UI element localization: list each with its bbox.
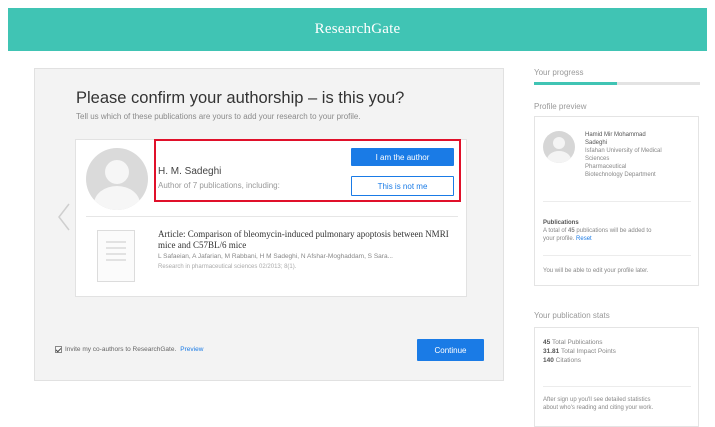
invite-label: Invite my co-authors to ResearchGate. [65,346,177,353]
publications-label: Publications [543,220,579,226]
publications-summary: Publications A total of 45 publications … [543,219,695,243]
side-divider [543,201,691,202]
stats-list: 45 Total Publications 31.81 Total Impact… [543,338,616,365]
profile-affiliation-line4: Biotechnology Department [585,172,656,178]
profile-details: Hamid Mir Mohammad Sadeghi Isfahan Unive… [585,131,695,179]
doc-line [106,253,126,255]
invite-checkbox[interactable] [55,346,62,353]
top-header-bar: ResearchGate [8,8,707,51]
publications-text-before: A total of [543,228,567,234]
stats-note: After sign up you'll see detailed statis… [543,396,695,412]
stat-label: Citations [555,357,581,364]
avatar-head-shape [553,137,565,149]
stat-total-publications: 45 Total Publications [543,338,616,347]
stats-note-line2: about who's reading and citing your work… [543,405,654,411]
doc-line [106,259,126,261]
publication-stats-title: Your publication stats [534,311,610,320]
preview-link[interactable]: Preview [180,346,203,353]
edit-profile-note: You will be able to edit your profile la… [543,268,649,274]
side-divider [543,255,691,256]
highlight-annotation-box [154,139,461,202]
doc-line [106,247,126,249]
card-divider [86,216,458,217]
avatar-body-shape [547,151,571,163]
avatar-body-shape [94,186,140,210]
publications-text-after: publications will be added to [576,228,652,234]
stat-label: Total Publications [551,339,603,346]
profile-preview-card: Hamid Mir Mohammad Sadeghi Isfahan Unive… [534,116,699,286]
stat-value: 31.81 [543,348,560,355]
doc-line [106,241,126,243]
brand-logo-text[interactable]: ResearchGate [315,21,401,38]
stat-citations: 140 Citations [543,356,616,365]
progress-title: Your progress [534,68,584,77]
profile-preview-title: Profile preview [534,102,587,111]
author-avatar [86,148,148,210]
stat-value: 45 [543,339,551,346]
publications-text-line2: your profile. [543,236,575,242]
profile-avatar [543,131,575,163]
chevron-left-icon[interactable] [53,200,77,234]
profile-affiliation-line3: Pharmaceutical [585,164,627,170]
publications-count: 45 [568,228,575,234]
article-title[interactable]: Article: Comparison of bleomycin-induced… [158,229,458,251]
progress-bar [534,82,700,85]
profile-affiliation-line1: Isfahan University of Medical [585,148,662,154]
invite-coauthors: Invite my co-authors to ResearchGate. Pr… [55,346,203,353]
stat-value: 140 [543,357,554,364]
publication-stats-card: 45 Total Publications 31.81 Total Impact… [534,327,699,427]
page-subtitle: Tell us which of these publications are … [76,112,361,121]
stat-label: Total Impact Points [560,348,616,355]
article-journal: Research in pharmaceutical sciences 02/2… [158,264,297,270]
page-title: Please confirm your authorship – is this… [76,89,405,107]
profile-affiliation-line2: Sciences [585,156,610,162]
stat-impact-points: 31.81 Total Impact Points [543,347,616,356]
document-thumbnail-icon [97,230,135,282]
publications-line2: your profile. Reset [543,235,695,243]
continue-button[interactable]: Continue [417,339,484,361]
article-authors: L Safaeian, A Jafarian, M Rabbani, H M S… [158,253,393,260]
author-card: H. M. Sadeghi Author of 7 publications, … [75,139,467,297]
progress-bar-fill [534,82,617,85]
authorship-confirmation-panel: Please confirm your authorship – is this… [34,68,504,381]
stats-note-line1: After sign up you'll see detailed statis… [543,397,651,403]
reset-link[interactable]: Reset [576,236,592,242]
publications-total-line: A total of 45 publications will be added… [543,227,695,235]
side-divider [543,386,691,387]
profile-name-line1: Hamid Mir Mohammad [585,132,646,138]
avatar-head-shape [105,160,129,184]
profile-name-line2: Sadeghi [585,140,608,146]
